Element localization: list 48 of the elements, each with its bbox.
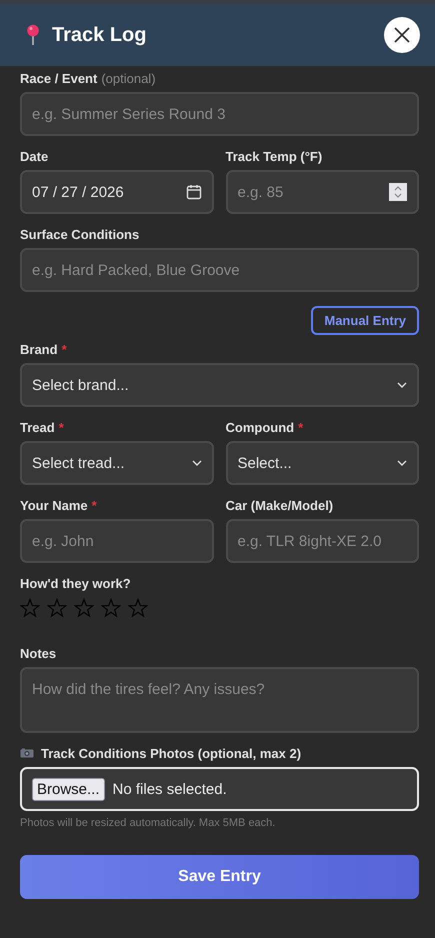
file-status: No files selected. — [112, 780, 227, 798]
text-field[interactable]: e.g. Hard Packed, Blue Groove — [20, 248, 419, 292]
close-icon — [392, 25, 412, 45]
star-rating[interactable] — [20, 597, 148, 619]
close-button[interactable] — [384, 17, 420, 53]
browse-button[interactable]: Browse... — [32, 778, 105, 800]
field-label: Tread — [20, 420, 55, 434]
notes-textarea[interactable]: How did the tires feel? Any issues? — [20, 667, 419, 733]
field-label: Date — [20, 148, 48, 164]
text-field[interactable]: e.g. TLR 8ight-XE 2.0 — [226, 519, 419, 563]
field-label: Car (Make/Model) — [226, 498, 334, 512]
calendar-icon — [186, 184, 202, 200]
chevron-down-icon — [397, 460, 407, 466]
star-icon[interactable] — [47, 598, 67, 618]
required-mark: * — [92, 498, 97, 512]
select-dropdown[interactable]: Select brand... — [20, 363, 419, 407]
field-label: Track Conditions Photos (optional, max 2) — [41, 746, 302, 760]
text-field[interactable]: e.g. John — [20, 519, 214, 563]
text-field[interactable]: e.g. Summer Series Round 3 — [20, 92, 419, 136]
star-icon[interactable] — [101, 598, 121, 618]
select-dropdown[interactable]: Select tread... — [20, 441, 214, 485]
star-icon[interactable] — [20, 598, 40, 618]
field-label: Brand — [20, 342, 58, 356]
manual-entry-button[interactable]: Manual Entry — [311, 306, 419, 335]
date-field[interactable]: 07 / 27 / 2026 — [20, 170, 214, 214]
required-mark: * — [298, 420, 304, 434]
chevron-down-icon — [192, 460, 202, 466]
required-mark: * — [58, 420, 64, 434]
optional-note: (optional) — [101, 70, 156, 86]
hint-text: Photos will be resized automatically. Max 5MB each. — [20, 817, 276, 829]
star-icon[interactable] — [128, 598, 148, 618]
field-label: Track Temp (°F) — [226, 148, 322, 164]
required-mark: * — [62, 342, 67, 356]
chevron-down-icon — [397, 382, 407, 388]
file-picker[interactable]: Browse... No files selected. — [20, 767, 419, 811]
field-label: Notes — [20, 646, 56, 660]
star-icon[interactable] — [74, 598, 94, 618]
spinner-icon — [389, 183, 407, 201]
field-label: How'd they work? — [20, 576, 131, 590]
field-label: Compound — [226, 420, 294, 434]
field-label: Your Name — [20, 498, 88, 512]
dialog-title: Track Log — [52, 24, 148, 46]
pushpin-icon — [26, 24, 40, 46]
camera-icon — [20, 748, 34, 758]
field-label: Surface Conditions — [20, 226, 140, 242]
select-dropdown[interactable]: Select... — [226, 441, 419, 485]
field-label: Race / Event — [20, 70, 98, 86]
save-button[interactable]: Save Entry — [20, 855, 419, 899]
